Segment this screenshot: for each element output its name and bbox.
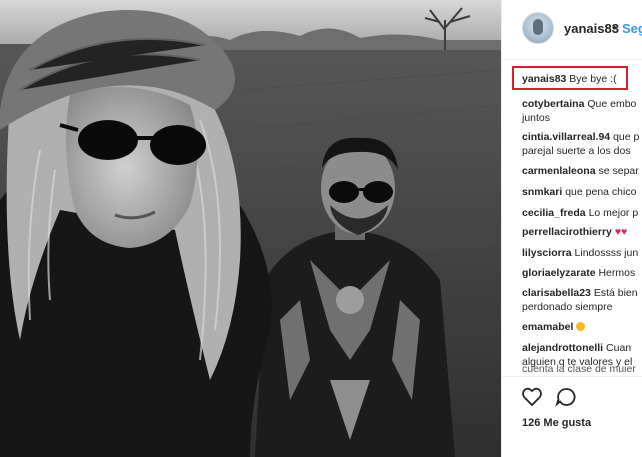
caption: yanais83 Bye bye :( — [522, 72, 617, 86]
comment-username[interactable]: cintia.villarreal.94 — [522, 131, 610, 143]
comment-item: emamabel — [522, 320, 586, 334]
post-photo[interactable] — [0, 0, 501, 457]
comment-bubble-icon[interactable] — [555, 388, 576, 407]
comment-username[interactable]: cotybertaina — [522, 98, 584, 110]
comment-username[interactable]: clarisabella23 — [522, 287, 591, 299]
comment-username[interactable]: cecilia_freda — [522, 207, 586, 219]
comment-text: Lo mejor p — [588, 207, 639, 219]
comment-username[interactable]: perrellacirothierry — [522, 226, 612, 238]
heart-outline-icon[interactable] — [522, 387, 542, 407]
comment-username[interactable]: snmkari — [522, 186, 562, 198]
comment-text: Hermos — [598, 267, 636, 279]
action-bar — [522, 386, 592, 413]
comment-text-cont: juntos — [522, 112, 551, 124]
comment-text: Está bien — [593, 287, 638, 299]
comment-text: que pena chico — [565, 186, 637, 198]
comment-text-cont: perdonado siempre — [522, 301, 613, 313]
comment-text-cont: cuenta la clase de mujer — [522, 363, 636, 372]
comment-item: perrellacirothierry ♥♥ — [522, 225, 627, 239]
comment-item: cotybertaina Que embo juntos — [522, 97, 636, 125]
header-separator: • — [612, 20, 617, 35]
comment-item: snmkari que pena chico — [522, 185, 636, 199]
comment-item: lilysciorra Lindossss jun — [522, 246, 638, 260]
caption-username[interactable]: yanais83 — [522, 73, 566, 85]
comment-text: Que embo — [587, 98, 637, 110]
comment-item: cecilia_freda Lo mejor p — [522, 206, 638, 220]
likes-count[interactable]: 126 Me gusta — [522, 417, 591, 429]
comment-username[interactable]: gloriaelyzarate — [522, 267, 596, 279]
comment-text: Cuan — [606, 342, 632, 354]
comment-item: cintia.villarreal.94 que p parejal suert… — [522, 130, 639, 158]
photo-illustration — [0, 0, 501, 457]
comment-text: Lindossss jun — [574, 247, 639, 259]
follow-button[interactable]: Seg — [622, 21, 642, 36]
comment-item-partial: cuenta la clase de mujer — [522, 362, 636, 372]
comment-item: carmenlaleona se separ — [522, 164, 639, 178]
comment-item: clarisabella23 Está bien perdonado siemp… — [522, 286, 638, 314]
smile-emoji-icon — [576, 322, 586, 331]
comment-text: que p — [613, 131, 640, 143]
comment-username[interactable]: carmenlaleona — [522, 165, 596, 177]
comment-item: gloriaelyzarate Hermos — [522, 266, 635, 280]
comment-text-cont: parejal suerte a los dos — [522, 145, 631, 157]
avatar[interactable] — [522, 12, 554, 44]
post-header: yanais83 • Seg — [502, 0, 642, 60]
comment-username[interactable]: emamabel — [522, 321, 573, 333]
comment-username[interactable]: lilysciorra — [522, 247, 572, 259]
caption-text: Bye bye :( — [569, 73, 617, 85]
comment-text: se separ — [598, 165, 639, 177]
actions-divider — [502, 376, 642, 377]
heart-emoji-icon: ♥♥ — [614, 226, 628, 238]
header-username[interactable]: yanais83 — [564, 21, 619, 36]
post-sidebar: yanais83 • Seg yanais83 Bye bye :( cotyb… — [501, 0, 642, 457]
comment-username[interactable]: alejandrottonelli — [522, 342, 603, 354]
